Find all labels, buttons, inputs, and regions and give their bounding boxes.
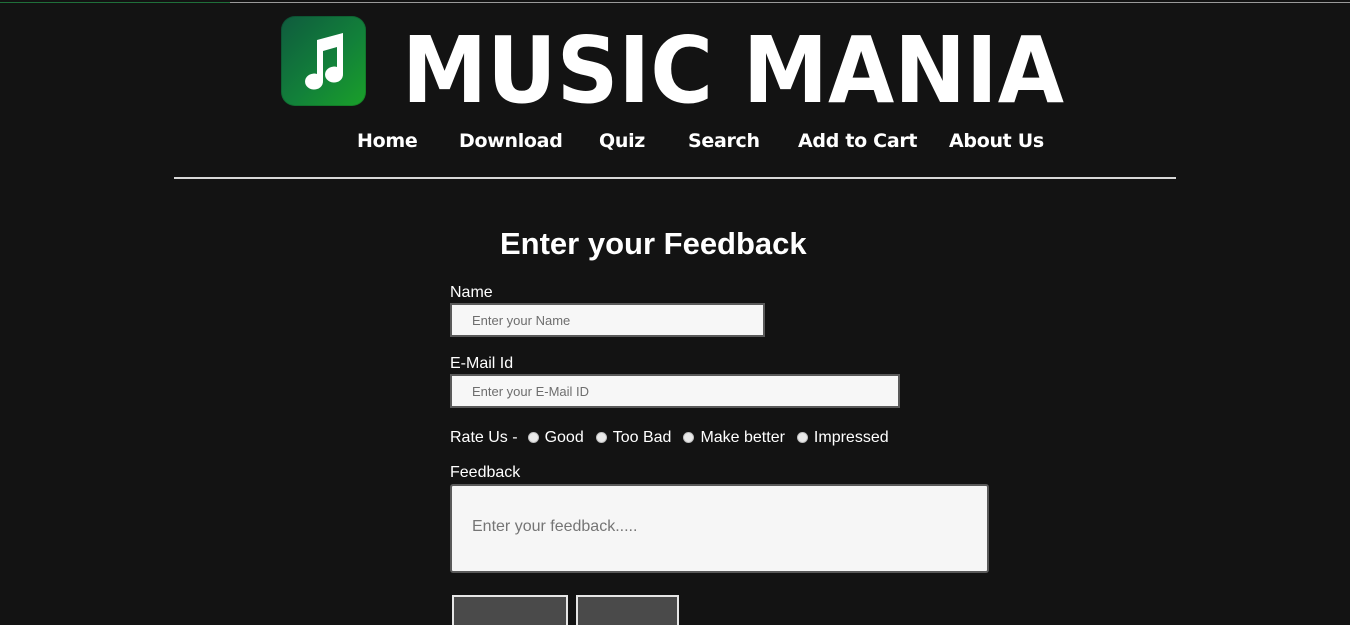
rate-us-label: Rate Us - — [450, 429, 518, 446]
nav-home[interactable]: Home — [357, 130, 418, 152]
nav-add-to-cart[interactable]: Add to Cart — [798, 130, 918, 152]
main-nav: Home Download Quiz Search Add to Cart Ab… — [0, 128, 1350, 158]
form-title: Enter your Feedback — [500, 226, 807, 261]
rate-impressed-label[interactable]: Impressed — [814, 429, 889, 447]
rate-impressed-radio[interactable] — [796, 431, 808, 443]
nav-about-us[interactable]: About Us — [949, 130, 1044, 152]
rate-good-radio[interactable] — [527, 431, 539, 443]
feedback-textarea[interactable] — [450, 484, 989, 573]
nav-download[interactable]: Download — [459, 130, 563, 152]
feedback-label: Feedback — [450, 464, 521, 481]
top-accent-line — [0, 2, 230, 3]
music-note-icon[interactable] — [281, 16, 366, 106]
name-input[interactable] — [450, 303, 765, 337]
submit-button[interactable] — [452, 595, 568, 625]
nav-quiz[interactable]: Quiz — [599, 130, 645, 152]
email-input[interactable] — [450, 374, 900, 408]
rate-too-bad-label[interactable]: Too Bad — [613, 429, 672, 447]
header-divider — [174, 177, 1176, 179]
nav-search[interactable]: Search — [688, 130, 760, 152]
brand-title[interactable]: MUSIC MANIA — [400, 4, 1070, 114]
rate-make-better-label[interactable]: Make better — [700, 429, 784, 447]
brand-title-text: MUSIC MANIA — [402, 17, 1064, 114]
rate-too-bad-radio[interactable] — [595, 431, 607, 443]
email-label: E-Mail Id — [450, 355, 514, 372]
reset-button[interactable] — [576, 595, 679, 625]
rate-good-label[interactable]: Good — [545, 429, 584, 447]
rate-us-group: Rate Us - Good Too Bad Make better Impre… — [450, 427, 901, 449]
rate-make-better-radio[interactable] — [683, 431, 695, 443]
name-label: Name — [450, 284, 493, 301]
